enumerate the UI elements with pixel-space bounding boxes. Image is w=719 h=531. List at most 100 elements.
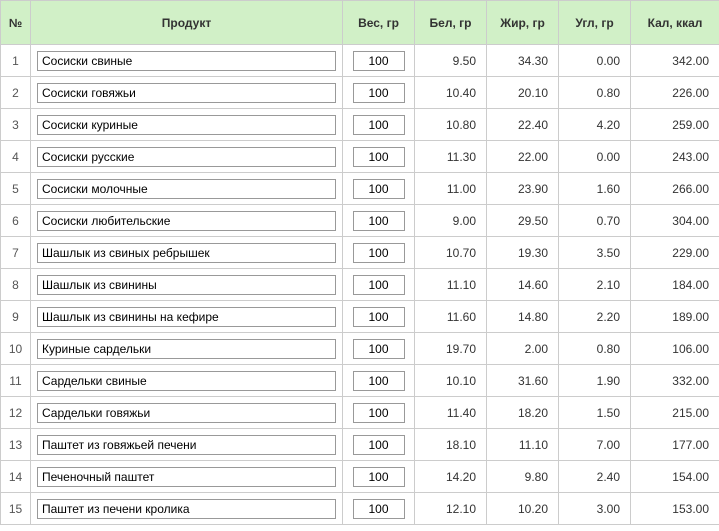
protein-cell: 11.10 xyxy=(415,269,487,301)
weight-input[interactable] xyxy=(353,115,405,135)
fat-cell: 22.40 xyxy=(487,109,559,141)
kcal-cell: 342.00 xyxy=(631,45,719,77)
protein-cell: 10.80 xyxy=(415,109,487,141)
table-row: 9 11.6014.802.20189.00 xyxy=(1,301,719,333)
product-input[interactable] xyxy=(37,147,336,167)
fat-cell: 22.00 xyxy=(487,141,559,173)
product-cell xyxy=(31,109,343,141)
product-cell xyxy=(31,173,343,205)
protein-cell: 19.70 xyxy=(415,333,487,365)
fat-cell: 29.50 xyxy=(487,205,559,237)
weight-cell xyxy=(343,45,415,77)
table-row: 1110.1031.601.90332.00 xyxy=(1,365,719,397)
kcal-cell: 243.00 xyxy=(631,141,719,173)
weight-cell xyxy=(343,269,415,301)
carb-cell: 4.20 xyxy=(559,109,631,141)
carb-cell: 1.60 xyxy=(559,173,631,205)
weight-cell xyxy=(343,301,415,333)
protein-cell: 9.00 xyxy=(415,205,487,237)
weight-input[interactable] xyxy=(353,467,405,487)
weight-input[interactable] xyxy=(353,339,405,359)
product-input[interactable] xyxy=(37,179,336,199)
col-header-num: № xyxy=(1,1,31,45)
weight-input[interactable] xyxy=(353,179,405,199)
product-input[interactable] xyxy=(37,467,336,487)
row-number: 6 xyxy=(1,205,31,237)
product-cell xyxy=(31,205,343,237)
kcal-cell: 189.00 xyxy=(631,301,719,333)
kcal-cell: 154.00 xyxy=(631,461,719,493)
carb-cell: 2.40 xyxy=(559,461,631,493)
product-input[interactable] xyxy=(37,307,336,327)
product-input[interactable] xyxy=(37,403,336,423)
protein-cell: 10.40 xyxy=(415,77,487,109)
row-number: 8 xyxy=(1,269,31,301)
protein-cell: 9.50 xyxy=(415,45,487,77)
table-row: 1211.4018.201.50215.00 xyxy=(1,397,719,429)
fat-cell: 14.80 xyxy=(487,301,559,333)
fat-cell: 23.90 xyxy=(487,173,559,205)
product-input[interactable] xyxy=(37,51,336,71)
weight-cell xyxy=(343,141,415,173)
col-header-protein: Бел, гр xyxy=(415,1,487,45)
product-cell xyxy=(31,141,343,173)
table-row: 1414.209.802.40154.00 xyxy=(1,461,719,493)
product-input[interactable] xyxy=(37,371,336,391)
weight-input[interactable] xyxy=(353,499,405,519)
weight-cell xyxy=(343,429,415,461)
product-input[interactable] xyxy=(37,339,336,359)
weight-input[interactable] xyxy=(353,211,405,231)
product-cell xyxy=(31,333,343,365)
col-header-kcal: Кал, ккал xyxy=(631,1,719,45)
product-input[interactable] xyxy=(37,115,336,135)
product-input[interactable] xyxy=(37,211,336,231)
weight-input[interactable] xyxy=(353,307,405,327)
protein-cell: 11.30 xyxy=(415,141,487,173)
fat-cell: 31.60 xyxy=(487,365,559,397)
product-cell xyxy=(31,269,343,301)
weight-input[interactable] xyxy=(353,403,405,423)
weight-input[interactable] xyxy=(353,83,405,103)
weight-input[interactable] xyxy=(353,51,405,71)
weight-input[interactable] xyxy=(353,435,405,455)
table-header-row: № Продукт Вес, гр Бел, гр Жир, гр Угл, г… xyxy=(1,1,719,45)
weight-input[interactable] xyxy=(353,371,405,391)
kcal-cell: 304.00 xyxy=(631,205,719,237)
row-number: 1 xyxy=(1,45,31,77)
carb-cell: 1.50 xyxy=(559,397,631,429)
row-number: 11 xyxy=(1,365,31,397)
weight-cell xyxy=(343,237,415,269)
table-row: 310.8022.404.20259.00 xyxy=(1,109,719,141)
carb-cell: 3.00 xyxy=(559,493,631,525)
row-number: 13 xyxy=(1,429,31,461)
row-number: 9 xyxy=(1,301,31,333)
product-input[interactable] xyxy=(37,275,336,295)
protein-cell: 10.10 xyxy=(415,365,487,397)
weight-cell xyxy=(343,109,415,141)
product-cell xyxy=(31,77,343,109)
product-input[interactable] xyxy=(37,83,336,103)
table-row: 710.7019.303.50229.00 xyxy=(1,237,719,269)
protein-cell: 11.60 xyxy=(415,301,487,333)
weight-input[interactable] xyxy=(353,275,405,295)
weight-input[interactable] xyxy=(353,243,405,263)
weight-cell xyxy=(343,77,415,109)
weight-cell xyxy=(343,461,415,493)
kcal-cell: 215.00 xyxy=(631,397,719,429)
row-number: 14 xyxy=(1,461,31,493)
protein-cell: 18.10 xyxy=(415,429,487,461)
product-input[interactable] xyxy=(37,243,336,263)
carb-cell: 2.20 xyxy=(559,301,631,333)
fat-cell: 11.10 xyxy=(487,429,559,461)
table-row: 210.4020.100.80226.00 xyxy=(1,77,719,109)
kcal-cell: 229.00 xyxy=(631,237,719,269)
product-cell xyxy=(31,493,343,525)
row-number: 5 xyxy=(1,173,31,205)
product-cell xyxy=(31,301,343,333)
carb-cell: 0.70 xyxy=(559,205,631,237)
product-input[interactable] xyxy=(37,435,336,455)
weight-input[interactable] xyxy=(353,147,405,167)
carb-cell: 0.00 xyxy=(559,141,631,173)
product-input[interactable] xyxy=(37,499,336,519)
col-header-fat: Жир, гр xyxy=(487,1,559,45)
